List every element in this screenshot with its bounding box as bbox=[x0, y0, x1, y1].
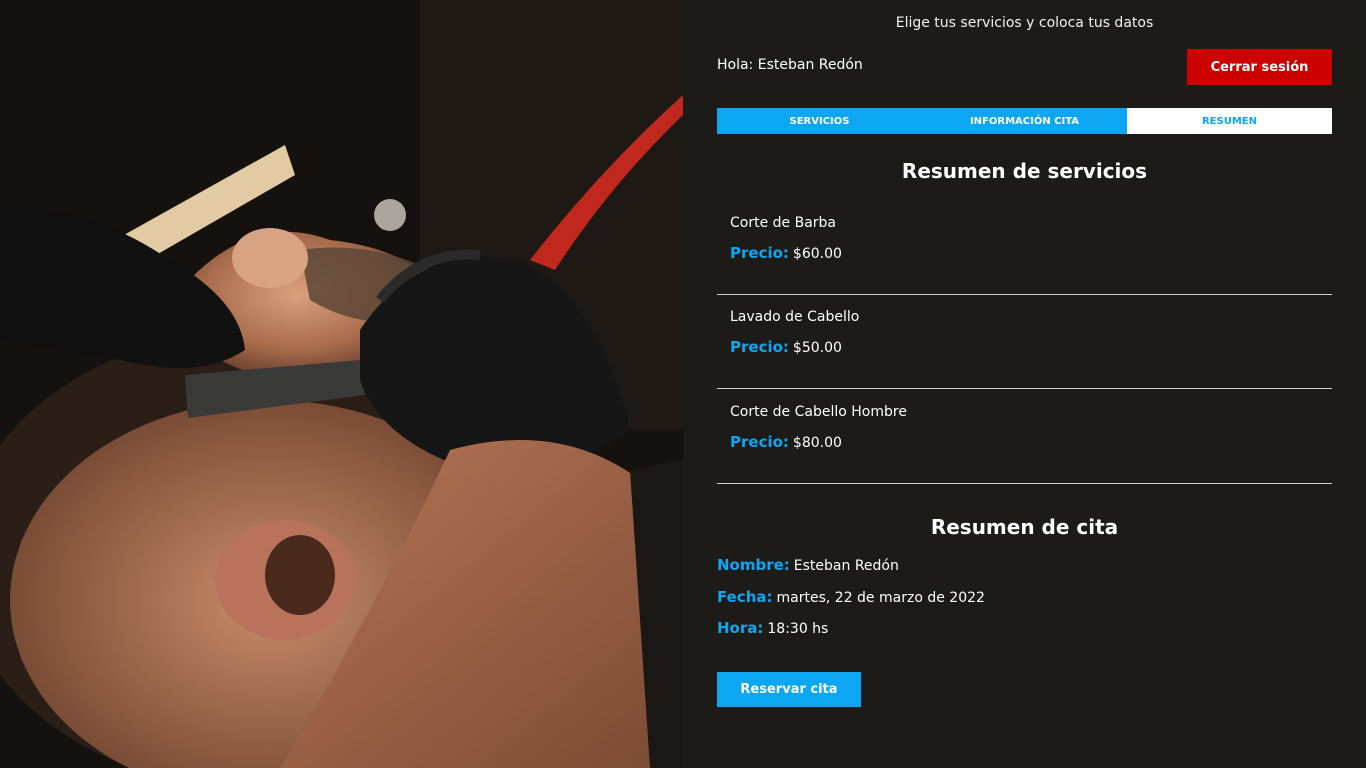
appointment-summary-title: Resumen de cita bbox=[930, 515, 1119, 539]
appointment-name-row: Nombre: Esteban Redón bbox=[717, 556, 899, 574]
services-summary-title: Resumen de servicios bbox=[901, 159, 1148, 183]
service-item: Lavado de Cabello Precio: $50.00 bbox=[717, 295, 1332, 389]
tab-servicios[interactable]: Servicios bbox=[717, 108, 922, 134]
service-price: Precio: $80.00 bbox=[730, 433, 842, 451]
service-item: Corte de Cabello Hombre Precio: $80.00 bbox=[717, 390, 1332, 484]
greeting-label: Hola: bbox=[717, 57, 754, 73]
service-price: Precio: $50.00 bbox=[730, 338, 842, 356]
service-price: Precio: $60.00 bbox=[730, 244, 842, 262]
date-value: martes, 22 de marzo de 2022 bbox=[776, 590, 985, 606]
appointment-time-row: Hora: 18:30 hs bbox=[717, 619, 828, 637]
time-label: Hora: bbox=[717, 619, 764, 637]
reserve-button[interactable]: Reservar cita bbox=[717, 672, 861, 707]
appointment-panel: Elige tus servicios y coloca tus datos H… bbox=[683, 0, 1366, 768]
price-value: $60.00 bbox=[792, 246, 842, 262]
page-subtitle: Elige tus servicios y coloca tus datos bbox=[895, 15, 1154, 31]
price-label: Precio: bbox=[730, 338, 789, 356]
price-value: $80.00 bbox=[792, 435, 842, 451]
date-label: Fecha: bbox=[717, 588, 773, 606]
user-greeting: Hola: Esteban Redón bbox=[717, 57, 863, 73]
barber-shaving-photo bbox=[0, 0, 683, 768]
name-label: Nombre: bbox=[717, 556, 790, 574]
hero-image bbox=[0, 0, 683, 768]
service-name: Corte de Barba bbox=[730, 215, 837, 231]
price-label: Precio: bbox=[730, 433, 789, 451]
service-item: Corte de Barba Precio: $60.00 bbox=[717, 201, 1332, 295]
service-name: Corte de Cabello Hombre bbox=[730, 404, 907, 420]
tab-informacion-cita[interactable]: Información Cita bbox=[922, 108, 1127, 134]
service-name: Lavado de Cabello bbox=[730, 309, 860, 325]
price-value: $50.00 bbox=[792, 340, 842, 356]
tab-resumen[interactable]: Resumen bbox=[1127, 108, 1332, 134]
step-tabs: Servicios Información Cita Resumen bbox=[717, 108, 1332, 134]
user-name: Esteban Redón bbox=[757, 57, 863, 73]
price-label: Precio: bbox=[730, 244, 789, 262]
time-value: 18:30 hs bbox=[767, 621, 829, 637]
logout-button[interactable]: Cerrar sesión bbox=[1187, 49, 1332, 85]
appointment-date-row: Fecha: martes, 22 de marzo de 2022 bbox=[717, 588, 985, 606]
name-value: Esteban Redón bbox=[793, 558, 899, 574]
